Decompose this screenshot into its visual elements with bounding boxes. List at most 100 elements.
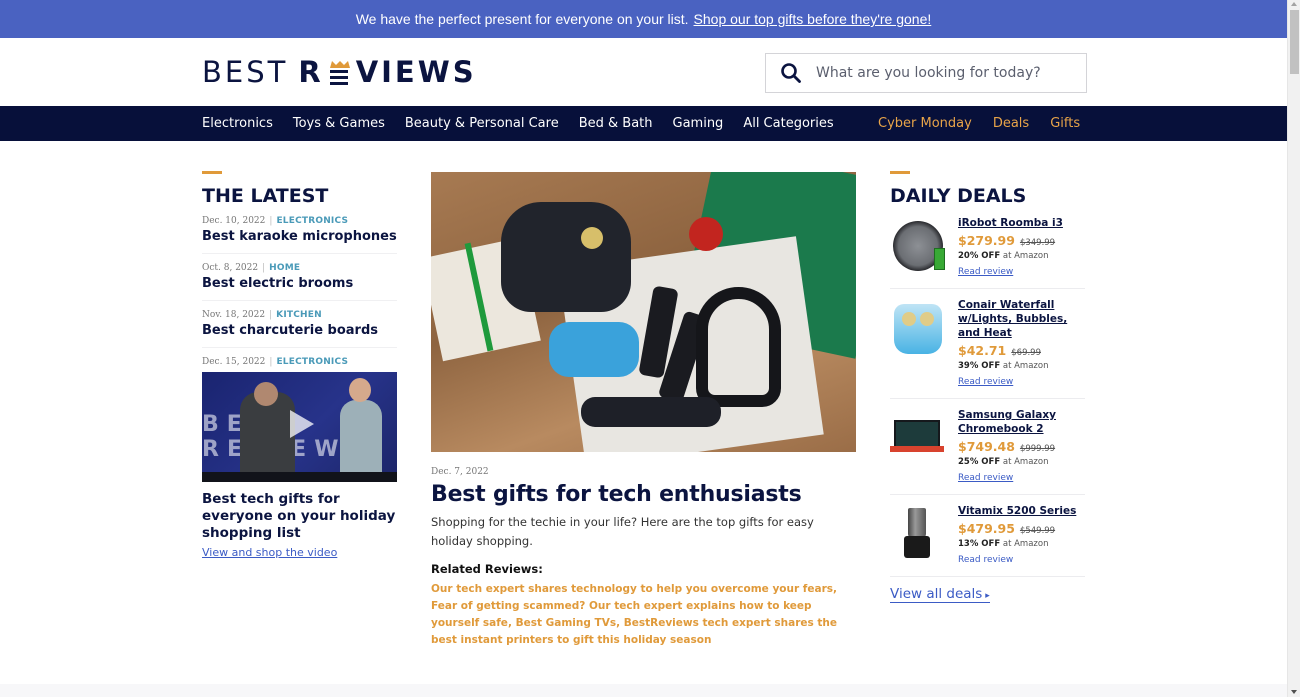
daily-deals-section: DAILY DEALS iRobot Roomba i3 $279.99 $34…: [890, 171, 1085, 603]
deal-item: Vitamix 5200 Series $479.95 $549.99 13% …: [890, 495, 1085, 577]
deal-price: $479.95: [958, 521, 1015, 536]
nav-electronics[interactable]: Electronics: [202, 116, 273, 131]
nav-gifts[interactable]: Gifts: [1050, 116, 1080, 131]
chromebook-image[interactable]: [890, 410, 946, 466]
deal-store: at Amazon: [1002, 539, 1049, 549]
item-category[interactable]: ELECTRONICS: [276, 357, 348, 367]
deal-original-price: $349.99: [1019, 238, 1056, 248]
search-icon[interactable]: [766, 62, 816, 84]
separator: |: [262, 263, 266, 273]
deal-discount: 39% OFF: [958, 361, 1001, 371]
nav-toys-games[interactable]: Toys & Games: [293, 116, 385, 131]
nav-gaming[interactable]: Gaming: [673, 116, 724, 131]
chevron-right-icon: ▸: [982, 591, 990, 601]
latest-title: THE LATEST: [202, 185, 329, 207]
deal-name-link[interactable]: Vitamix 5200 Series: [958, 504, 1085, 518]
deal-original-price: $999.99: [1019, 444, 1056, 454]
item-title-link[interactable]: Best karaoke microphones: [202, 229, 397, 244]
item-date: Dec. 15, 2022: [202, 357, 266, 367]
item-date: Nov. 18, 2022: [202, 310, 266, 320]
item-title-link[interactable]: Best electric brooms: [202, 276, 397, 291]
search-box[interactable]: [765, 53, 1087, 93]
related-reviews-label: Related Reviews:: [431, 562, 543, 576]
main-nav: Electronics Toys & Games Beauty & Person…: [0, 106, 1287, 141]
nav-all-categories[interactable]: All Categories: [743, 116, 833, 131]
section-accent-bar: [202, 171, 222, 174]
promo-link[interactable]: Shop our top gifts before they're gone!: [694, 11, 932, 27]
deal-name-link[interactable]: Conair Waterfall w/Lights, Bubbles, and …: [958, 298, 1085, 340]
related-reviews-links: Our tech expert shares technology to hel…: [431, 583, 838, 646]
site-header: BEST R VIEWS: [0, 38, 1287, 106]
deal-original-price: $69.99: [1011, 348, 1041, 358]
deal-store: at Amazon: [1002, 457, 1049, 467]
page: We have the perfect present for everyone…: [0, 0, 1287, 697]
related-link[interactable]: Best Gaming TVs: [516, 617, 616, 629]
deal-item: Conair Waterfall w/Lights, Bubbles, and …: [890, 289, 1085, 399]
deal-item: iRobot Roomba i3 $279.99 $349.99 20% OFF…: [890, 207, 1085, 289]
feature-date: Dec. 7, 2022: [431, 467, 489, 477]
nav-cyber-monday[interactable]: Cyber Monday: [878, 116, 972, 131]
deal-name-link[interactable]: iRobot Roomba i3: [958, 216, 1085, 230]
latest-section: THE LATEST Dec. 10, 2022 | ELECTRONICS B…: [202, 171, 397, 561]
roomba-image[interactable]: [890, 218, 946, 274]
feature-article: Dec. 7, 2022 Best gifts for tech enthusi…: [431, 172, 856, 649]
nav-beauty-personal-care[interactable]: Beauty & Personal Care: [405, 116, 559, 131]
footer-edge: [0, 684, 1287, 697]
item-category[interactable]: KITCHEN: [276, 310, 322, 320]
separator: |: [269, 310, 273, 320]
latest-item: Dec. 10, 2022 | ELECTRONICS Best karaoke…: [202, 216, 397, 254]
promo-banner: We have the perfect present for everyone…: [0, 0, 1287, 38]
related-link[interactable]: Our tech expert shares technology to hel…: [431, 583, 833, 595]
read-review-link[interactable]: Read review: [958, 555, 1013, 565]
logo-text-r: R: [298, 55, 324, 89]
nav-bed-bath[interactable]: Bed & Bath: [579, 116, 653, 131]
scrollbar-thumb[interactable]: [1290, 10, 1299, 74]
foot-spa-image[interactable]: [890, 300, 946, 356]
video-thumbnail[interactable]: BEST REVIEWS: [202, 372, 397, 482]
separator: |: [269, 357, 273, 367]
deal-store: at Amazon: [1002, 251, 1049, 261]
deal-discount: 20% OFF: [958, 251, 1001, 261]
video-title[interactable]: Best tech gifts for everyone on your hol…: [202, 491, 397, 542]
deal-price: $279.99: [958, 233, 1015, 248]
read-review-link[interactable]: Read review: [958, 267, 1013, 277]
view-all-label: View all deals: [890, 586, 983, 602]
play-icon[interactable]: [290, 410, 314, 438]
latest-video-item: Dec. 15, 2022 | ELECTRONICS BEST REVIEWS…: [202, 357, 397, 561]
bestreviews-logo[interactable]: BEST R VIEWS: [202, 55, 477, 89]
feature-description: Shopping for the techie in your life? He…: [431, 515, 814, 548]
nav-deals[interactable]: Deals: [993, 116, 1029, 131]
feature-hero-image[interactable]: [431, 172, 856, 452]
search-input[interactable]: [816, 65, 1076, 81]
latest-item: Nov. 18, 2022 | KITCHEN Best charcuterie…: [202, 310, 397, 348]
deal-discount: 25% OFF: [958, 457, 1001, 467]
promo-text: We have the perfect present for everyone…: [355, 11, 689, 27]
item-date: Dec. 10, 2022: [202, 216, 266, 226]
logo-text-views: VIEWS: [355, 55, 477, 89]
item-category[interactable]: HOME: [269, 263, 300, 273]
deal-price: $749.48: [958, 439, 1015, 454]
scroll-down-arrow-icon[interactable]: [1291, 690, 1297, 694]
separator: |: [269, 216, 273, 226]
item-date: Oct. 8, 2022: [202, 263, 259, 273]
scroll-up-arrow-icon[interactable]: [1291, 2, 1297, 6]
deal-original-price: $549.99: [1019, 526, 1056, 536]
item-category[interactable]: ELECTRONICS: [276, 216, 348, 226]
deal-store: at Amazon: [1002, 361, 1049, 371]
view-all-deals-link[interactable]: View all deals ▸: [890, 586, 990, 603]
feature-title[interactable]: Best gifts for tech enthusiasts: [431, 482, 856, 507]
page-scrollbar[interactable]: [1287, 0, 1300, 697]
view-video-link[interactable]: View and shop the video: [202, 546, 337, 559]
blender-image[interactable]: [890, 506, 946, 562]
item-title-link[interactable]: Best charcuterie boards: [202, 323, 397, 338]
latest-item: Oct. 8, 2022 | HOME Best electric brooms: [202, 263, 397, 301]
deal-discount: 13% OFF: [958, 539, 1001, 549]
deal-item: Samsung Galaxy Chromebook 2 $749.48 $999…: [890, 399, 1085, 495]
logo-text-best: BEST: [202, 55, 289, 89]
read-review-link[interactable]: Read review: [958, 377, 1013, 387]
read-review-link[interactable]: Read review: [958, 473, 1013, 483]
deals-title: DAILY DEALS: [890, 185, 1027, 207]
section-accent-bar: [890, 171, 910, 174]
deal-name-link[interactable]: Samsung Galaxy Chromebook 2: [958, 408, 1085, 436]
crown-icon: [328, 61, 352, 85]
